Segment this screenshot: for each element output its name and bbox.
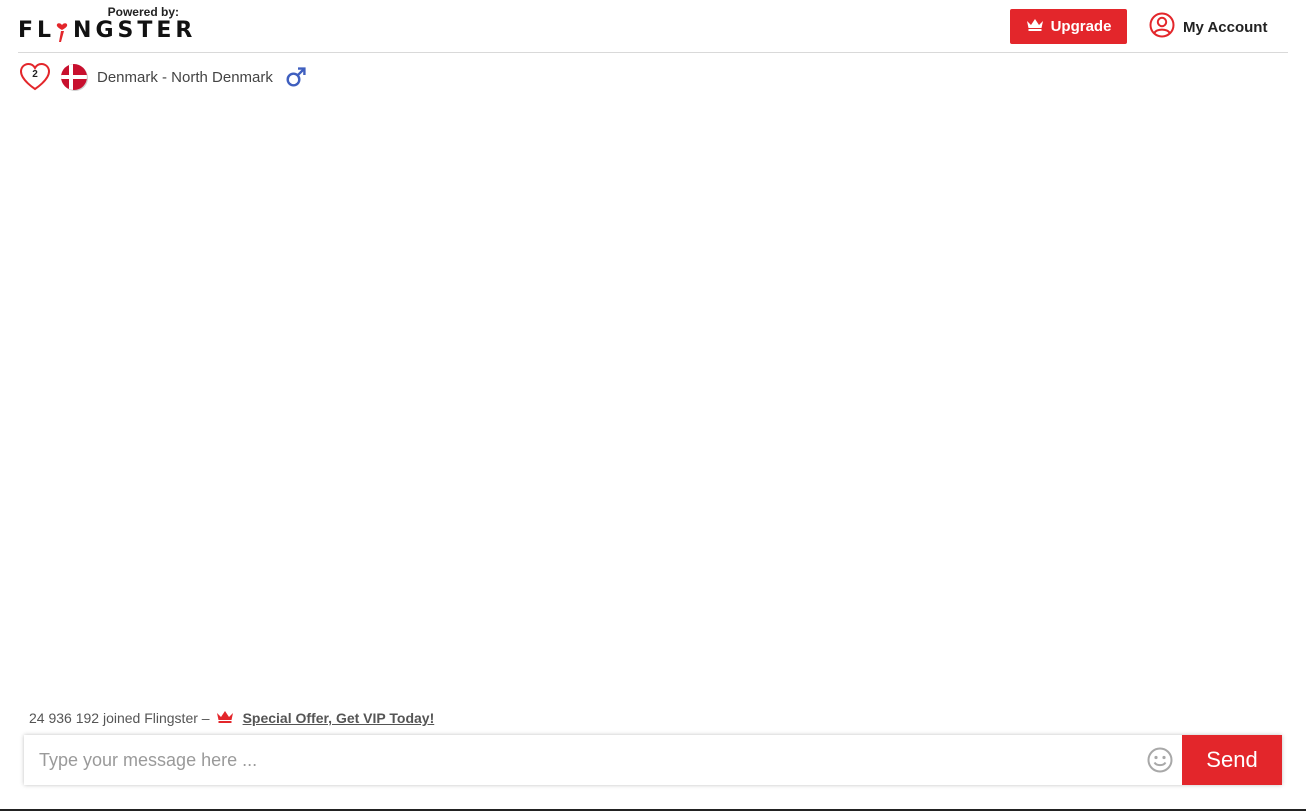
smiley-icon: [1147, 747, 1173, 773]
my-account-label: My Account: [1183, 18, 1268, 36]
flingster-logo[interactable]: Powered by: FL NGSTER: [18, 5, 192, 45]
send-button[interactable]: Send: [1182, 735, 1282, 785]
top-header: Powered by: FL NGSTER Upgrade My Account: [18, 0, 1288, 53]
crown-icon: [1026, 18, 1044, 35]
my-account-button[interactable]: My Account: [1149, 12, 1267, 42]
user-circle-icon: [1149, 12, 1175, 43]
chat-page: Powered by: FL NGSTER Upgrade My Account…: [0, 0, 1306, 811]
brand-wordmark: FL NGSTER: [18, 20, 196, 42]
message-input[interactable]: [24, 735, 1138, 785]
joined-count-text: 24 936 192 joined Flingster –: [29, 710, 210, 726]
partner-location: Denmark - North Denmark: [97, 68, 273, 86]
upgrade-label: Upgrade: [1050, 18, 1112, 35]
brand-suffix: NGSTER: [73, 18, 197, 43]
likes-heart[interactable]: 2: [19, 61, 51, 93]
emoji-button[interactable]: [1138, 735, 1182, 785]
likes-count: 2: [32, 69, 38, 80]
brand-prefix: FL: [18, 18, 56, 43]
crown-icon: [216, 710, 234, 726]
heart-i-icon: [55, 20, 69, 42]
denmark-flag-icon: [61, 63, 88, 91]
powered-by-label: Powered by:: [107, 5, 179, 19]
joined-count-line: 24 936 192 joined Flingster – Special Of…: [29, 709, 434, 727]
male-gender-icon: [286, 67, 306, 87]
special-offer-link[interactable]: Special Offer, Get VIP Today!: [243, 710, 435, 726]
message-composer: Send: [24, 735, 1282, 785]
partner-info-row: 2 Denmark - North Denmark: [19, 61, 307, 93]
upgrade-button[interactable]: Upgrade: [1010, 9, 1127, 44]
